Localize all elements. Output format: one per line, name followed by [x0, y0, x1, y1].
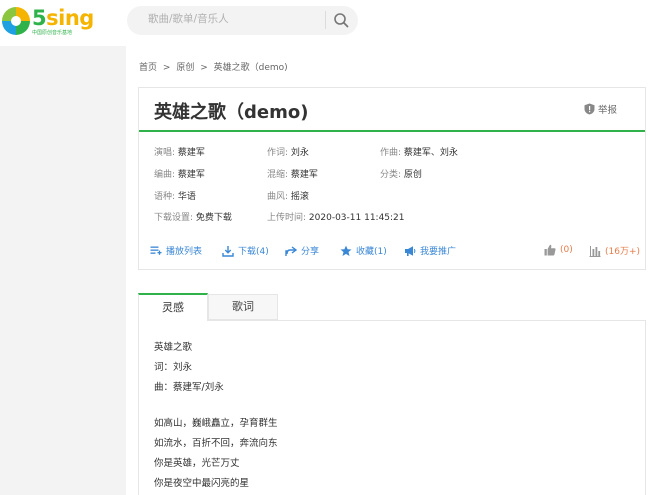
search-divider	[325, 11, 326, 29]
logo-subtitle: 中国原创音乐基地	[32, 30, 73, 36]
logo-icon	[2, 7, 30, 35]
promote-label: 我要推广	[420, 247, 457, 257]
song-title: 英雄之歌（demo)	[154, 102, 309, 123]
thumbs-up-icon	[544, 244, 556, 256]
breadcrumb-separator: >	[162, 63, 171, 73]
report-button[interactable]: 举报	[584, 102, 617, 116]
meta-mixing: 混缩: 蔡建军	[267, 170, 318, 180]
meta-style: 曲风: 摇滚	[267, 192, 309, 202]
meta-singer: 演唱: 蔡建军	[154, 148, 205, 158]
tab-inspiration[interactable]: 灵感	[138, 293, 208, 321]
search-box	[127, 6, 358, 35]
breadcrumb-separator: >	[200, 63, 208, 73]
report-label: 举报	[597, 105, 617, 116]
meta-upload-time: 上传时间: 2020-03-11 11:45:21	[267, 213, 405, 223]
promote-button[interactable]: 我要推广	[404, 244, 456, 257]
star-icon	[340, 245, 352, 256]
breadcrumb: 首页 > 原创 > 英雄之歌（demo)	[139, 60, 291, 73]
meta-language: 语种: 华语	[154, 192, 196, 202]
download-button[interactable]: 下载(4)	[222, 244, 269, 257]
favorite-label: 收藏(1)	[356, 247, 387, 257]
logo-wordmark: 5sing	[32, 6, 94, 30]
meta-lyricist: 作词: 刘永	[267, 148, 309, 158]
title-divider	[139, 130, 645, 132]
breadcrumb-home[interactable]: 首页	[139, 63, 157, 73]
search-input[interactable]	[148, 13, 328, 25]
lyrics-text: 英雄之歌 词：刘永 曲：蔡建军/刘永 如高山，巍峨矗立，孕育群生 如流水，百折不…	[154, 338, 278, 494]
song-info-card: 英雄之歌（demo) 举报 演唱: 蔡建军 作词: 刘永 作曲: 蔡建军、刘永 …	[138, 87, 646, 270]
site-logo[interactable]: 5sing 中国原创音乐基地	[0, 4, 96, 38]
share-icon	[285, 245, 297, 256]
tab-panel: 英雄之歌 词：刘永 曲：蔡建军/刘永 如高山，巍峨矗立，孕育群生 如流水，百折不…	[138, 320, 646, 495]
share-label: 分享	[301, 247, 320, 257]
lyric-line: 词：刘永	[154, 362, 193, 373]
download-icon	[222, 245, 234, 257]
lyric-line: 你是夜空中最闪亮的星	[154, 478, 250, 489]
lyric-blank-line	[154, 398, 278, 414]
playlist-add-icon	[150, 246, 162, 255]
play-stats-button[interactable]: (16万+)	[589, 244, 640, 257]
tab-lyrics[interactable]: 歌词	[208, 294, 278, 320]
search-icon[interactable]	[333, 12, 349, 28]
download-label: 下载(4)	[238, 247, 269, 257]
favorite-button[interactable]: 收藏(1)	[340, 244, 387, 257]
like-button[interactable]: (0)	[544, 244, 573, 256]
lyric-line: 如流水，百折不回，奔流向东	[154, 438, 278, 449]
lyric-line: 你是英雄，光芒万丈	[154, 458, 240, 469]
meta-arranger: 编曲: 蔡建军	[154, 170, 205, 180]
meta-composer: 作曲: 蔡建军、刘永	[380, 148, 458, 158]
breadcrumb-original[interactable]: 原创	[176, 63, 194, 73]
lyric-line: 英雄之歌	[154, 342, 193, 353]
play-count: (16万+)	[605, 247, 641, 257]
like-count: (0)	[560, 245, 573, 255]
playlist-label: 播放列表	[166, 247, 203, 257]
meta-category: 分类: 原创	[380, 170, 422, 180]
shield-warning-icon	[584, 103, 595, 115]
action-bar: 播放列表 下载(4) 分享 收藏(1) 我要推广 (0) (16万+)	[139, 241, 645, 261]
playlist-button[interactable]: 播放列表	[150, 244, 202, 257]
meta-download-setting: 下载设置: 免费下载	[154, 213, 232, 223]
megaphone-icon	[405, 245, 416, 256]
bar-chart-icon	[589, 245, 601, 257]
breadcrumb-current: 英雄之歌（demo)	[213, 63, 288, 73]
lyric-line: 曲：蔡建军/刘永	[154, 382, 224, 393]
top-header: 5sing 中国原创音乐基地	[0, 0, 650, 46]
lyric-line: 如高山，巍峨矗立，孕育群生	[154, 418, 278, 429]
share-button[interactable]: 分享	[285, 244, 319, 257]
left-column	[0, 46, 126, 495]
